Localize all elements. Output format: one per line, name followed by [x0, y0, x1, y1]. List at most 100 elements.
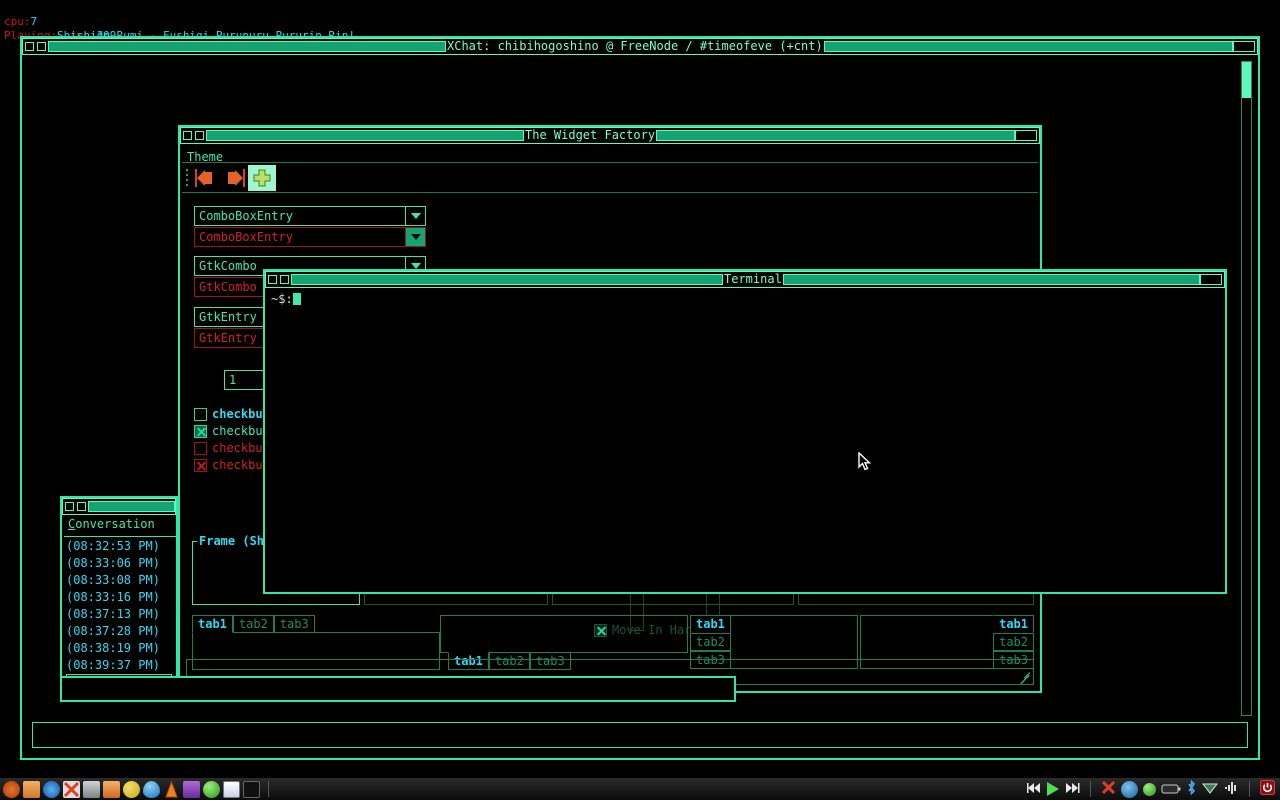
- checkbox-icon[interactable]: [194, 407, 207, 421]
- terminal-title: Terminal: [724, 272, 782, 286]
- list-item[interactable]: (08:33:16 PM): [66, 589, 178, 606]
- ubuntu-logo-icon[interactable]: [3, 780, 20, 798]
- tray-separator-1: [1090, 781, 1091, 797]
- checkbox-icon[interactable]: [194, 441, 207, 455]
- minimize-icon[interactable]: [65, 502, 74, 511]
- titlebar-fill-right: [823, 41, 1233, 52]
- comboboxentry-2[interactable]: ComboBoxEntry: [194, 227, 426, 247]
- pidgin-tray-icon[interactable]: [1121, 780, 1138, 798]
- wf-window-controls[interactable]: [181, 128, 206, 143]
- chevron-down-icon[interactable]: [406, 227, 426, 247]
- xchat-window-controls[interactable]: [23, 39, 48, 54]
- notebook-bottom-pane: [440, 615, 688, 653]
- forward-arrow-icon[interactable]: [220, 165, 248, 191]
- resize-grip[interactable]: [1019, 670, 1031, 685]
- taskbar[interactable]: [0, 778, 1280, 800]
- list-item[interactable]: (08:37:13 PM): [66, 606, 178, 623]
- terminal-prompt: ~$:: [271, 292, 293, 306]
- terminal-window[interactable]: Terminal ~$:: [263, 269, 1227, 594]
- spinbutton-1-value[interactable]: 1: [224, 370, 268, 390]
- widget-factory-menubar[interactable]: Theme: [182, 146, 1038, 164]
- folder-icon[interactable]: [23, 780, 40, 798]
- display-icon[interactable]: [183, 780, 200, 798]
- add-plus-icon[interactable]: [248, 164, 276, 191]
- list-item[interactable]: (08:37:28 PM): [66, 623, 178, 640]
- checkbox-checked-icon[interactable]: [194, 458, 207, 472]
- wifi-icon[interactable]: [1201, 780, 1219, 799]
- tab-2[interactable]: tab2: [232, 615, 274, 633]
- conversation-list[interactable]: (08:32:53 PM) (08:33:06 PM) (08:33:08 PM…: [66, 538, 178, 674]
- back-arrow-icon[interactable]: [192, 165, 220, 191]
- moon-icon[interactable]: [123, 780, 140, 798]
- list-item[interactable]: (08:32:53 PM): [66, 538, 178, 555]
- titlebar-fill-right: [782, 274, 1200, 285]
- media-next-icon[interactable]: [1064, 780, 1080, 799]
- conversation-title: onversation: [75, 517, 155, 531]
- green-ball-icon[interactable]: [203, 780, 220, 798]
- list-item[interactable]: (08:33:08 PM): [66, 572, 178, 589]
- tab-1[interactable]: tab1: [690, 615, 731, 633]
- volume-icon[interactable]: [1223, 780, 1239, 799]
- chevron-down-icon[interactable]: [406, 206, 426, 226]
- titlebar-fill-left: [291, 274, 723, 285]
- maximize-icon[interactable]: [280, 275, 289, 284]
- maximize-icon[interactable]: [195, 131, 204, 140]
- minimize-icon[interactable]: [25, 42, 34, 51]
- minimize-icon[interactable]: [183, 131, 192, 140]
- maximize-icon[interactable]: [37, 42, 46, 51]
- list-item[interactable]: (08:38:19 PM): [66, 640, 178, 657]
- titlebar-fill-left: [48, 41, 446, 52]
- list-item[interactable]: (08:39:37 PM): [66, 657, 178, 674]
- power-icon[interactable]: [1260, 779, 1275, 799]
- terminal-body[interactable]: ~$:: [267, 290, 1223, 590]
- tab-1[interactable]: tab1: [192, 615, 233, 633]
- toolbar-grip[interactable]: [184, 167, 190, 189]
- tab-3[interactable]: tab3: [273, 615, 315, 633]
- water-drop-icon[interactable]: [143, 780, 160, 798]
- device-icon[interactable]: [83, 780, 100, 798]
- media-play-icon[interactable]: [1047, 782, 1059, 796]
- xchat-icon[interactable]: [63, 780, 80, 798]
- comboboxentry-1-field[interactable]: ComboBoxEntry: [194, 206, 406, 226]
- notebook-top-tabs[interactable]: tab1 tab2 tab3: [192, 615, 440, 633]
- terminal-titlebar[interactable]: Terminal: [265, 271, 1225, 288]
- conversation-window-controls[interactable]: [63, 499, 88, 514]
- globe-icon[interactable]: [43, 780, 60, 798]
- minimize-icon[interactable]: [268, 275, 277, 284]
- conversation-titlebar[interactable]: [62, 498, 176, 515]
- xchat-scrollbar[interactable]: [1241, 61, 1252, 716]
- widget-factory-titlebar[interactable]: The Widget Factory: [180, 127, 1040, 144]
- conversation-window[interactable]: Conversation (08:32:53 PM) (08:33:06 PM)…: [60, 496, 178, 702]
- taskbar-separator: [268, 781, 269, 797]
- green-ball-tray-icon[interactable]: [1143, 782, 1156, 796]
- tab-2[interactable]: tab2: [993, 633, 1034, 651]
- maximize-icon[interactable]: [77, 502, 86, 511]
- titlebar-fill: [88, 501, 175, 512]
- xchat-message-input[interactable]: [32, 722, 1248, 748]
- vlc-cone-icon[interactable]: [163, 780, 180, 798]
- tab-2[interactable]: tab2: [690, 633, 731, 651]
- comboboxentry-2-field[interactable]: ComboBoxEntry: [194, 227, 406, 247]
- bluetooth-icon[interactable]: [1186, 779, 1197, 799]
- xchat-scrollbar-thumb[interactable]: [1242, 62, 1251, 98]
- conversation-header: Conversation: [64, 517, 178, 537]
- xchat-tray-icon[interactable]: [1101, 780, 1116, 799]
- file-manager-icon[interactable]: [103, 780, 120, 798]
- taskbar-launchers[interactable]: [0, 780, 274, 798]
- window-icon[interactable]: [223, 780, 240, 798]
- xchat-titlebar[interactable]: XChat: chibihogoshino @ FreeNode / #time…: [22, 38, 1258, 55]
- terminal-icon[interactable]: [243, 780, 260, 798]
- close-icon[interactable]: [1200, 274, 1222, 285]
- terminal-window-controls[interactable]: [266, 272, 291, 287]
- titlebar-fill-right: [656, 130, 1015, 141]
- checkbox-checked-icon[interactable]: [194, 424, 207, 438]
- list-item[interactable]: (08:33:06 PM): [66, 555, 178, 572]
- battery-icon[interactable]: [1161, 780, 1181, 799]
- comboboxentry-1[interactable]: ComboBoxEntry: [194, 206, 426, 226]
- close-icon[interactable]: [1015, 130, 1037, 141]
- close-icon[interactable]: [1233, 41, 1255, 52]
- widget-factory-toolbar[interactable]: [182, 163, 1038, 193]
- media-previous-icon[interactable]: [1026, 780, 1042, 799]
- tab-1[interactable]: tab1: [993, 615, 1034, 633]
- system-tray[interactable]: [1026, 779, 1280, 799]
